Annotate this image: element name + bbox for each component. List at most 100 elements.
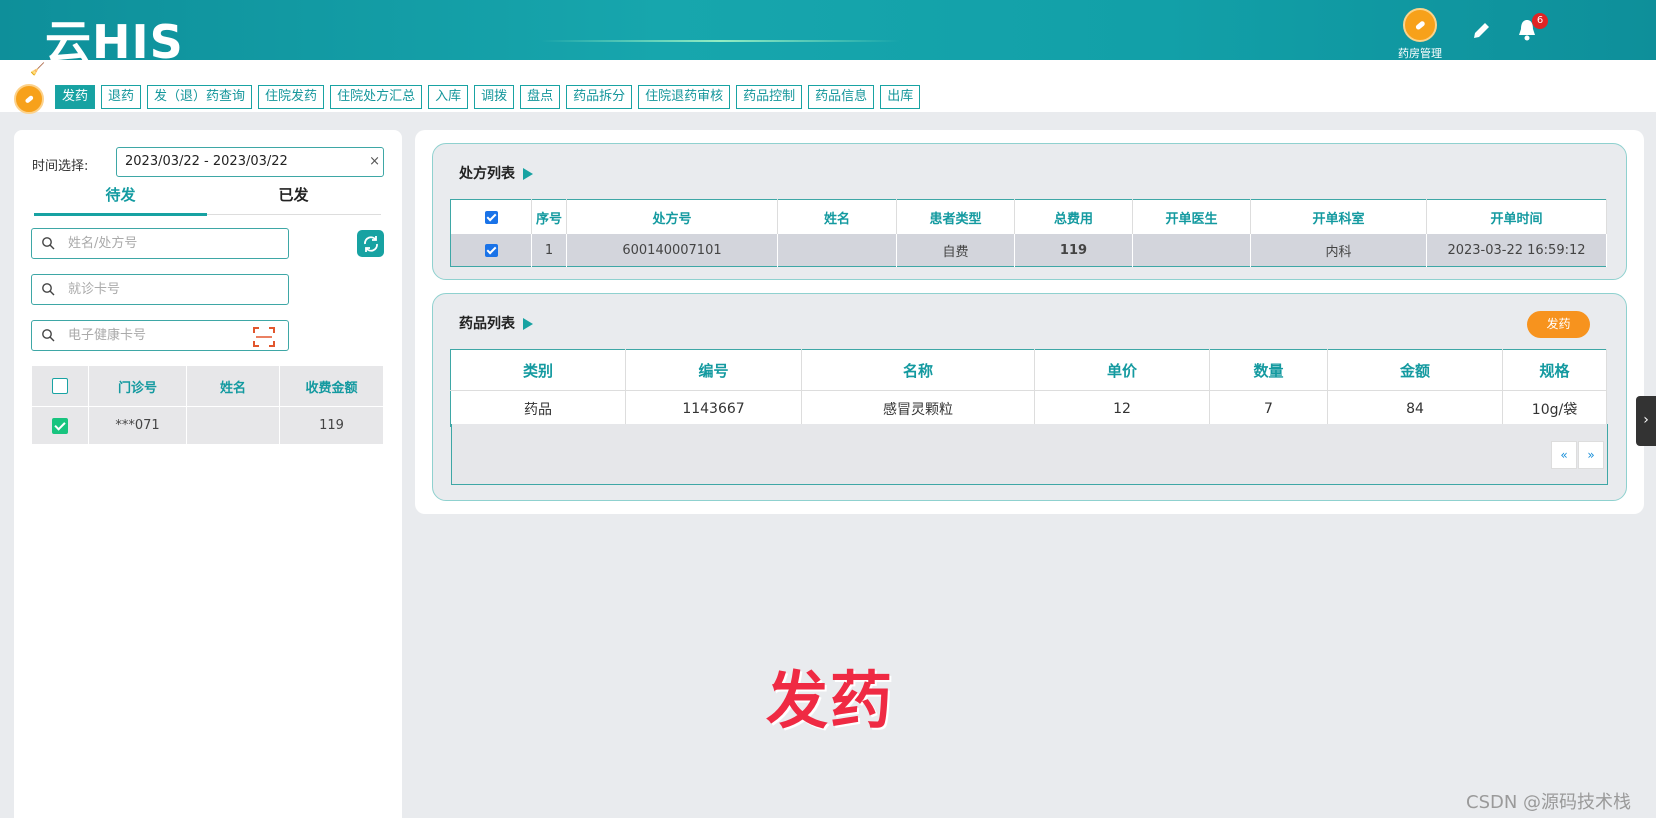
seq-cell: 1 bbox=[531, 234, 567, 267]
col-clinic-no: 门诊号 bbox=[88, 366, 187, 407]
row-checkbox-cell[interactable] bbox=[450, 234, 532, 267]
col-amount: 收费金额 bbox=[279, 366, 384, 407]
tab-inventory[interactable]: 盘点 bbox=[520, 85, 561, 109]
play-icon bbox=[523, 168, 533, 180]
name-search-input[interactable]: 姓名/处方号 bbox=[31, 228, 289, 259]
tab-return-review[interactable]: 住院退药审核 bbox=[638, 85, 731, 109]
app-logo: 云HIS bbox=[45, 15, 184, 60]
qty-cell: 7 bbox=[1209, 390, 1328, 427]
table-row[interactable]: ***071 119 bbox=[32, 406, 384, 444]
drug-table: 类别 编号 名称 单价 数量 金额 规格 药品 1143667 感冒灵颗粒 12… bbox=[450, 349, 1607, 427]
card-search-input[interactable]: 就诊卡号 bbox=[31, 274, 289, 305]
select-all-cell[interactable] bbox=[32, 366, 89, 407]
top-header: 云HIS 药房管理 6 bbox=[0, 0, 1656, 60]
col-patient-type: 患者类型 bbox=[896, 199, 1015, 234]
edit-icon[interactable] bbox=[1470, 20, 1492, 42]
col-seq: 序号 bbox=[531, 199, 567, 234]
dispense-button[interactable]: 发药 bbox=[1527, 311, 1590, 338]
search-icon bbox=[42, 237, 55, 250]
tab-dispensed[interactable]: 已发 bbox=[207, 184, 380, 205]
refresh-icon bbox=[363, 235, 378, 252]
total-cell: 119 bbox=[1014, 234, 1133, 267]
broom-icon[interactable]: 🧹 bbox=[30, 62, 45, 76]
patient-type-cell: 自费 bbox=[896, 234, 1015, 267]
row-checkbox-cell[interactable] bbox=[32, 406, 89, 444]
tab-stock-in[interactable]: 入库 bbox=[428, 85, 469, 109]
date-range-input[interactable]: 2023/03/22 - 2023/03/22 × bbox=[116, 147, 384, 177]
table-header-row: 门诊号 姓名 收费金额 bbox=[32, 366, 384, 407]
row-checkbox[interactable] bbox=[52, 417, 68, 434]
side-expand-handle[interactable]: › bbox=[1636, 396, 1656, 446]
prescription-table: 序号 处方号 姓名 患者类型 总费用 开单医生 开单科室 开单时间 1 6001… bbox=[450, 199, 1607, 267]
table-row[interactable]: 药品 1143667 感冒灵颗粒 12 7 84 10g/袋 bbox=[450, 390, 1607, 427]
drug-title-text: 药品列表 bbox=[459, 316, 515, 332]
col-dept: 开单科室 bbox=[1250, 199, 1427, 234]
notification-badge: 6 bbox=[1532, 13, 1548, 29]
doctor-cell bbox=[1132, 234, 1251, 267]
select-all-cell[interactable] bbox=[450, 199, 532, 234]
category-cell: 药品 bbox=[450, 390, 626, 427]
play-icon bbox=[523, 318, 533, 330]
tab-query[interactable]: 发（退）药查询 bbox=[147, 85, 253, 109]
tab-return[interactable]: 退药 bbox=[101, 85, 142, 109]
pharmacy-module-button[interactable]: 药房管理 bbox=[1390, 8, 1450, 60]
status-tabs: 待发 已发 bbox=[34, 182, 381, 216]
tab-stock-out[interactable]: 出库 bbox=[880, 85, 921, 109]
time-cell: 2023-03-22 16:59:12 bbox=[1426, 234, 1607, 267]
pager-next-button[interactable]: » bbox=[1578, 441, 1604, 469]
tab-inpatient-summary[interactable]: 住院处方汇总 bbox=[330, 85, 423, 109]
clear-icon[interactable]: × bbox=[369, 148, 380, 176]
rx-no-cell: 600140007101 bbox=[566, 234, 778, 267]
time-label: 时间选择: bbox=[32, 159, 89, 174]
col-amount: 金额 bbox=[1327, 349, 1503, 391]
health-card-search-placeholder: 电子健康卡号 bbox=[68, 328, 147, 343]
select-all-checkbox[interactable] bbox=[52, 378, 68, 394]
tab-pending[interactable]: 待发 bbox=[34, 184, 207, 205]
function-tabs: 发药 退药 发（退）药查询 住院发药 住院处方汇总 入库 调拨 盘点 药品拆分 … bbox=[55, 85, 921, 109]
tab-drug-control[interactable]: 药品控制 bbox=[736, 85, 803, 109]
header-decoration bbox=[540, 40, 900, 42]
overlay-caption: 发药 bbox=[766, 664, 895, 737]
date-range-value: 2023/03/22 - 2023/03/22 bbox=[125, 154, 288, 169]
tab-drug-info[interactable]: 药品信息 bbox=[808, 85, 875, 109]
table-row[interactable]: 1 600140007101 自费 119 内科 2023-03-22 16:5… bbox=[450, 234, 1607, 267]
prescription-title: 处方列表 bbox=[459, 163, 533, 183]
tab-split[interactable]: 药品拆分 bbox=[566, 85, 633, 109]
code-cell: 1143667 bbox=[625, 390, 802, 427]
amount-cell: 119 bbox=[279, 406, 384, 444]
clinic-no-cell: ***071 bbox=[88, 406, 187, 444]
select-all-checkbox[interactable] bbox=[484, 210, 498, 224]
patient-table: 门诊号 姓名 收费金额 ***071 119 bbox=[32, 366, 384, 444]
row-checkbox[interactable] bbox=[484, 243, 498, 257]
col-time: 开单时间 bbox=[1426, 199, 1607, 234]
col-rx-no: 处方号 bbox=[566, 199, 778, 234]
name-cell bbox=[777, 234, 897, 267]
col-drug-name: 名称 bbox=[801, 349, 1035, 391]
col-name: 姓名 bbox=[777, 199, 897, 234]
tab-dispense[interactable]: 发药 bbox=[55, 85, 96, 109]
drug-name-cell: 感冒灵颗粒 bbox=[801, 390, 1035, 427]
refresh-button[interactable] bbox=[357, 230, 384, 257]
col-total: 总费用 bbox=[1014, 199, 1133, 234]
pill-icon[interactable] bbox=[14, 84, 44, 114]
price-cell: 12 bbox=[1034, 390, 1210, 427]
col-spec: 规格 bbox=[1502, 349, 1607, 391]
col-doctor: 开单医生 bbox=[1132, 199, 1251, 234]
col-code: 编号 bbox=[625, 349, 802, 391]
search-icon bbox=[42, 329, 55, 342]
scan-icon[interactable] bbox=[252, 326, 276, 348]
pager-prev-button[interactable]: « bbox=[1551, 441, 1577, 469]
drug-title: 药品列表 bbox=[459, 313, 533, 333]
health-card-search-input[interactable]: 电子健康卡号 bbox=[31, 320, 289, 351]
col-category: 类别 bbox=[450, 349, 626, 391]
col-price: 单价 bbox=[1034, 349, 1210, 391]
col-name: 姓名 bbox=[186, 366, 280, 407]
tab-transfer[interactable]: 调拨 bbox=[474, 85, 515, 109]
name-search-placeholder: 姓名/处方号 bbox=[68, 236, 138, 251]
module-label: 药房管理 bbox=[1398, 47, 1442, 60]
dept-cell: 内科 bbox=[1250, 234, 1427, 267]
watermark: CSDN @源码技术栈 bbox=[1466, 792, 1632, 813]
card-search-placeholder: 就诊卡号 bbox=[68, 282, 121, 297]
amount-cell: 84 bbox=[1327, 390, 1503, 427]
tab-inpatient-dispense[interactable]: 住院发药 bbox=[258, 85, 325, 109]
